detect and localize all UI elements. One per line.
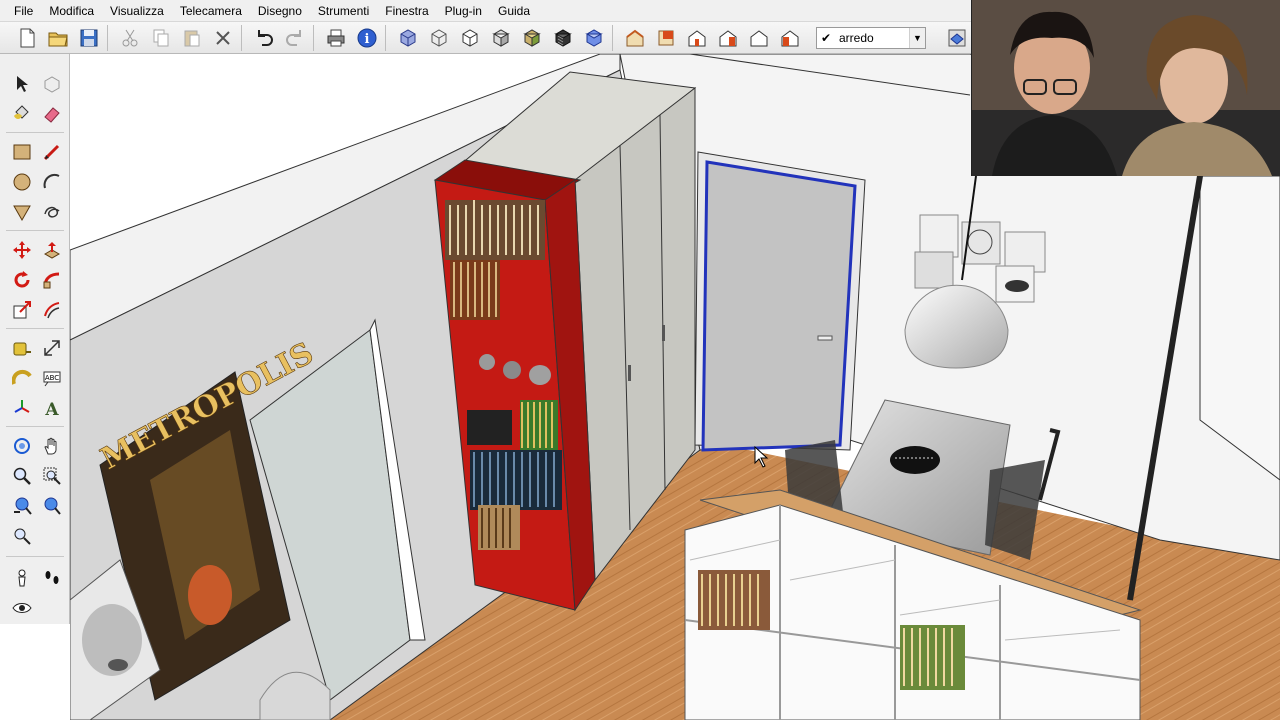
toolbar-separator — [385, 24, 391, 51]
toolbar-separator — [241, 24, 247, 51]
menu-modifica[interactable]: Modifica — [41, 0, 102, 22]
monochrome-style-icon[interactable] — [548, 24, 578, 52]
previous-view-icon[interactable] — [8, 492, 36, 520]
layer-name: arredo — [839, 30, 874, 45]
3d-text-icon[interactable]: A — [38, 394, 66, 422]
protractor-icon[interactable] — [8, 364, 36, 392]
copy-icon[interactable] — [146, 24, 176, 52]
back-view-icon[interactable] — [744, 24, 774, 52]
xray-style-icon[interactable] — [393, 24, 423, 52]
shaded-style-icon[interactable] — [486, 24, 516, 52]
move-icon[interactable] — [8, 236, 36, 264]
save-icon[interactable] — [74, 24, 104, 52]
menu-file[interactable]: File — [6, 0, 41, 22]
undo-icon[interactable] — [249, 24, 279, 52]
rotate-icon[interactable] — [8, 266, 36, 294]
layer-dropdown[interactable]: ✔ arredo ▼ — [816, 26, 926, 49]
sketchup-window: File Modifica Visualizza Telecamera Dise… — [0, 0, 1280, 720]
open-folder-icon[interactable] — [43, 24, 73, 52]
front-view-icon[interactable] — [682, 24, 712, 52]
svg-text:A: A — [44, 400, 59, 418]
freehand-icon[interactable] — [38, 198, 66, 226]
left-view-icon[interactable] — [775, 24, 805, 52]
offset-icon[interactable] — [38, 296, 66, 324]
pencil-line-icon[interactable] — [38, 138, 66, 166]
paint-bucket-icon[interactable] — [8, 100, 36, 128]
zoom-extents-small-icon[interactable] — [8, 522, 36, 550]
component-icon[interactable] — [38, 70, 66, 98]
menu-visualizza[interactable]: Visualizza — [102, 0, 172, 22]
palette-separator — [6, 556, 64, 557]
palette-separator — [6, 426, 64, 427]
wireframe-style-icon[interactable] — [424, 24, 454, 52]
hidden-line-style-icon[interactable] — [455, 24, 485, 52]
palette-separator — [6, 328, 64, 329]
webcam-feed — [972, 0, 1280, 176]
follow-me-icon[interactable] — [38, 266, 66, 294]
scale-icon[interactable] — [8, 296, 36, 324]
circle-icon[interactable] — [8, 168, 36, 196]
presenter-webcam — [971, 0, 1280, 176]
menu-telecamera[interactable]: Telecamera — [172, 0, 250, 22]
zoom-icon[interactable] — [8, 462, 36, 490]
look-around-eye-icon[interactable] — [8, 594, 36, 622]
xray-blue-style-icon[interactable] — [579, 24, 609, 52]
text-label-icon[interactable]: ABC — [38, 364, 66, 392]
tool-palette: ABC A — [0, 54, 70, 624]
layer-manager-icon[interactable] — [942, 24, 972, 52]
textured-style-icon[interactable] — [517, 24, 547, 52]
rectangle-icon[interactable] — [8, 138, 36, 166]
right-view-icon[interactable] — [713, 24, 743, 52]
polygon-icon[interactable] — [8, 198, 36, 226]
svg-text:i: i — [365, 32, 370, 47]
arc-icon[interactable] — [38, 168, 66, 196]
cut-icon[interactable] — [115, 24, 145, 52]
select-arrow-icon[interactable] — [8, 70, 36, 98]
menu-disegno[interactable]: Disegno — [250, 0, 310, 22]
menu-strumenti[interactable]: Strumenti — [310, 0, 377, 22]
push-pull-icon[interactable] — [38, 236, 66, 264]
pan-hand-icon[interactable] — [38, 432, 66, 460]
iso-view-icon[interactable] — [620, 24, 650, 52]
walk-footprints-icon[interactable] — [38, 564, 66, 592]
print-icon[interactable] — [321, 24, 351, 52]
palette-separator — [6, 132, 64, 133]
toolbar-separator — [612, 24, 618, 51]
layer-checkmark: ✔ — [820, 30, 832, 45]
palette-separator — [6, 230, 64, 231]
toolbar-separator — [313, 24, 319, 51]
menu-finestra[interactable]: Finestra — [377, 0, 436, 22]
redo-icon[interactable] — [280, 24, 310, 52]
orbit-icon[interactable] — [8, 432, 36, 460]
toolbar-separator — [107, 24, 113, 51]
zoom-extents-icon[interactable] — [38, 492, 66, 520]
erase-icon[interactable] — [208, 24, 238, 52]
fruit-bowl — [890, 446, 940, 474]
axes-icon[interactable] — [8, 394, 36, 422]
tape-measure-icon[interactable] — [8, 334, 36, 362]
chevron-down-icon[interactable]: ▼ — [909, 27, 925, 48]
paste-icon[interactable] — [177, 24, 207, 52]
position-camera-icon[interactable] — [8, 564, 36, 592]
eraser-icon[interactable] — [38, 100, 66, 128]
selected-door — [701, 160, 857, 452]
menu-plugin[interactable]: Plug-in — [437, 0, 490, 22]
zoom-window-icon[interactable] — [38, 462, 66, 490]
svg-text:ABC: ABC — [45, 374, 59, 382]
top-view-icon[interactable] — [651, 24, 681, 52]
new-file-icon[interactable] — [12, 24, 42, 52]
dimension-icon[interactable] — [38, 334, 66, 362]
menu-guida[interactable]: Guida — [490, 0, 538, 22]
model-info-icon[interactable]: i — [352, 24, 382, 52]
